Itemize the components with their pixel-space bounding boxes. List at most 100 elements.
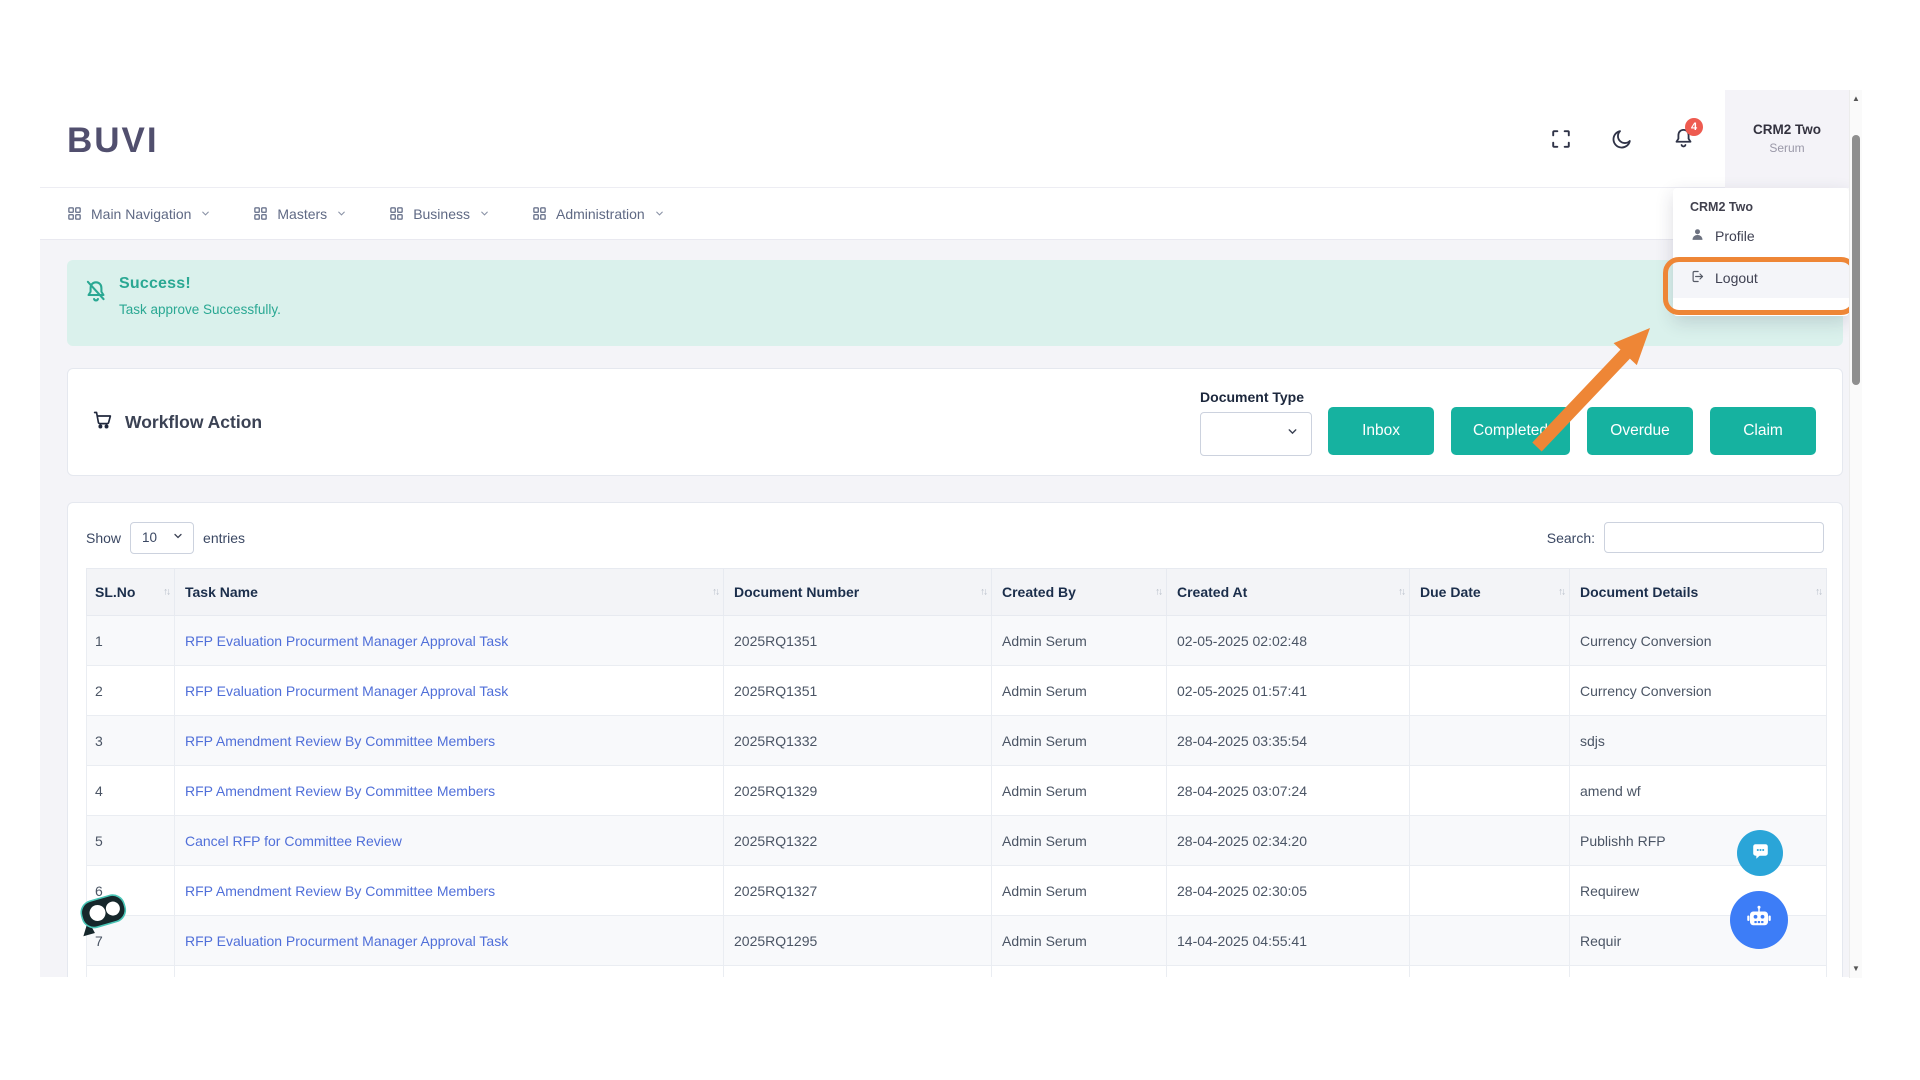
row-created-at: 28-04-2025 02:34:20 [1167, 816, 1410, 866]
task-link[interactable]: RFP Evaluation Procurment Manager Approv… [185, 633, 508, 649]
table-row: 2 RFP Evaluation Procurment Manager Appro… [87, 666, 1827, 716]
assistant-fab-button[interactable] [1730, 891, 1788, 949]
task-link[interactable]: RFP Amendment Review By Committee Member… [185, 733, 495, 749]
nav-label: Administration [556, 206, 645, 222]
table-row: 3RFP Amendment Review By Committee Membe… [87, 716, 1827, 766]
row-slno: 2 [87, 666, 175, 716]
row-slno: 5 [87, 816, 175, 866]
task-link[interactable]: RFP Evaluation Procurment Manager Approv… [185, 683, 508, 699]
row-document-number: 2025RQ1329 [724, 766, 992, 816]
row-created-by: Admin Serum [992, 816, 1167, 866]
nav-business[interactable]: Business [389, 206, 490, 222]
row-document-number: 2025RQ1332 [724, 716, 992, 766]
notifications-bell-icon[interactable]: 4 [1671, 127, 1695, 151]
task-link[interactable]: RFP Evaluation Procurment Manager Approv… [185, 933, 508, 949]
scrollbar-down-arrow[interactable]: ▼ [1850, 962, 1862, 976]
col-created-by[interactable]: Created By↑↓ [992, 569, 1167, 616]
row-created-by: Admin Serum [992, 616, 1167, 666]
overdue-button[interactable]: Overdue [1587, 407, 1693, 455]
chevron-down-icon [200, 208, 211, 219]
row-document-number: 2025RQ1351 [724, 666, 992, 716]
row-task-name: RFP Evaluation Procurment Manager Approv… [175, 616, 724, 666]
workflow-filter-buttons: Inbox Completed Overdue Claim [1328, 407, 1816, 455]
task-link[interactable]: RFP Amendment Review By Committee Member… [185, 883, 495, 899]
nav-masters[interactable]: Masters [253, 206, 347, 222]
header-actions: 4 [1549, 127, 1695, 151]
row-slno: 1 [87, 616, 175, 666]
col-slno[interactable]: SL.No↑↓ [87, 569, 175, 616]
logout-icon [1690, 269, 1705, 287]
claim-button[interactable]: Claim [1710, 407, 1816, 455]
page-size-group: Show 10 entries [86, 522, 245, 554]
row-document-details: sdjs [1570, 716, 1827, 766]
row-task-name: RFP Amendment Review By Committee Member… [175, 866, 724, 916]
row-created-at: 02-05-2025 02:02:48 [1167, 616, 1410, 666]
scrollbar-thumb[interactable] [1852, 135, 1860, 385]
row-created-by: Admin Serum [992, 866, 1167, 916]
alert-text-block: Success! Task approve Successfully. [119, 275, 281, 346]
search-input[interactable] [1604, 522, 1824, 553]
search-label: Search: [1547, 530, 1595, 546]
scrollbar-up-arrow[interactable]: ▲ [1850, 92, 1862, 106]
document-type-group: Document Type [1200, 389, 1312, 456]
col-document-details[interactable]: Document Details↑↓ [1570, 569, 1827, 616]
inbox-button[interactable]: Inbox [1328, 407, 1434, 455]
grid-icon [532, 206, 547, 221]
row-document-number: 2025RQ1327 [724, 866, 992, 916]
profile-menu-item[interactable]: Profile [1673, 219, 1849, 253]
user-menu-trigger[interactable]: CRM2 Two Serum [1725, 90, 1849, 188]
row-task-name: RFP Evaluation Procurment Manager Approv… [175, 916, 724, 966]
row-created-by: Admin Serum [992, 766, 1167, 816]
row-task-name: Cancel RFP for Committee Review [175, 816, 724, 866]
fullscreen-icon[interactable] [1549, 127, 1573, 151]
nav-main-navigation[interactable]: Main Navigation [67, 206, 211, 222]
table-row: 1 RFP Evaluation Procurment Manager Appro… [87, 616, 1827, 666]
chat-fab-button[interactable] [1737, 830, 1783, 876]
page-size-value: 10 [142, 530, 157, 545]
row-document-details: amend wf [1570, 766, 1827, 816]
partial-table-row [87, 966, 1827, 978]
row-task-name: RFP Amendment Review By Committee Member… [175, 766, 724, 816]
main-menubar: Main Navigation Masters Business Adminis… [40, 188, 1862, 240]
row-created-at: 02-05-2025 01:57:41 [1167, 666, 1410, 716]
row-document-details: Currency Conversion [1570, 616, 1827, 666]
row-due-date [1410, 616, 1570, 666]
row-due-date [1410, 766, 1570, 816]
page-size-select[interactable]: 10 [130, 522, 194, 554]
completed-button[interactable]: Completed [1451, 407, 1570, 455]
vertical-scrollbar[interactable]: ▲ ▼ [1849, 90, 1862, 978]
chevron-down-icon [172, 530, 184, 545]
nav-administration[interactable]: Administration [532, 206, 665, 222]
col-created-at[interactable]: Created At↑↓ [1167, 569, 1410, 616]
row-slno: 7 [87, 916, 175, 966]
col-task-name[interactable]: Task Name↑↓ [175, 569, 724, 616]
dark-mode-moon-icon[interactable] [1610, 127, 1634, 151]
document-type-select[interactable] [1200, 412, 1312, 456]
nav-label: Business [413, 206, 470, 222]
task-link[interactable]: Cancel RFP for Committee Review [185, 833, 402, 849]
chevron-down-icon [1286, 425, 1299, 443]
row-due-date [1410, 666, 1570, 716]
table-row: 4 RFP Amendment Review By Committee Membe… [87, 766, 1827, 816]
bell-slash-icon [83, 278, 109, 304]
user-role: Serum [1769, 141, 1804, 155]
row-created-at: 28-04-2025 02:30:05 [1167, 866, 1410, 916]
col-due-date[interactable]: Due Date↑↓ [1410, 569, 1570, 616]
chat-bubble-icon [1748, 838, 1773, 868]
row-document-number: 2025RQ1322 [724, 816, 992, 866]
tasks-table: SL.No↑↓ Task Name↑↓ Document Number↑↓ Cr… [86, 568, 1827, 977]
row-slno: 6 [87, 866, 175, 916]
row-created-at: 14-04-2025 04:55:41 [1167, 916, 1410, 966]
document-type-label: Document Type [1200, 389, 1312, 405]
sort-icon: ↑↓ [1815, 587, 1821, 598]
table-row: 6 RFP Amendment Review By Committee Membe… [87, 866, 1827, 916]
row-due-date [1410, 916, 1570, 966]
sort-icon: ↑↓ [980, 587, 986, 598]
task-link[interactable]: RFP Amendment Review By Committee Member… [185, 783, 495, 799]
row-document-number: 2025RQ1351 [724, 616, 992, 666]
user-name: CRM2 Two [1753, 122, 1821, 137]
row-slno: 4 [87, 766, 175, 816]
row-created-at: 28-04-2025 03:35:54 [1167, 716, 1410, 766]
logout-menu-item[interactable]: Logout [1673, 258, 1849, 298]
col-document-number[interactable]: Document Number↑↓ [724, 569, 992, 616]
